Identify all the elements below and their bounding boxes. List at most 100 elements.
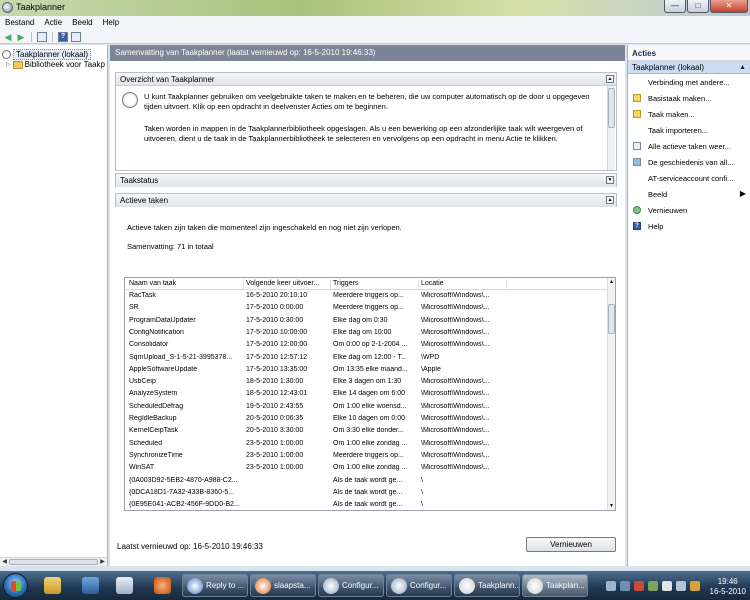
table-row[interactable]: AnalyzeSystem 18-5-2010 12:43:01 Elke 14 d… — [125, 389, 609, 401]
collapse-icon[interactable]: ▲ — [739, 64, 746, 71]
column-header-location[interactable]: Locatie — [421, 280, 444, 287]
next-run-cell: 17-5-2010 13:35:00 — [246, 365, 308, 373]
taskbar-button[interactable]: Reply to ... — [182, 574, 248, 597]
table-row[interactable]: Scheduled 23-5-2010 1:00:00 Om 1:00 elke z… — [125, 439, 609, 451]
action-item[interactable]: ? Help — [628, 218, 750, 234]
table-row[interactable]: UsbCeip 18-5-2010 1:30:00 Elke 3 dagen om … — [125, 377, 609, 389]
column-divider[interactable] — [330, 279, 331, 289]
table-vertical-scrollbar[interactable]: ▲ ▼ — [607, 278, 615, 510]
table-row[interactable]: SR 17-5-2010 0:00:00 Meerdere triggers op.… — [125, 303, 609, 315]
table-row[interactable]: WinSAT 23-5-2010 1:00:00 Om 1:00 elke zond… — [125, 463, 609, 475]
table-row[interactable]: ConfigNotification 17-5-2010 10:00:00 Elke… — [125, 328, 609, 340]
table-row[interactable]: {0A003D92-5EB2-4870-A988-C2... Als de taa… — [125, 476, 609, 488]
action-item[interactable]: Basistaak maken... — [628, 90, 750, 106]
column-divider[interactable] — [243, 279, 244, 289]
browser-quicklaunch-icon[interactable] — [154, 577, 171, 594]
close-button[interactable]: ✕ — [710, 0, 748, 13]
column-header-name[interactable]: Naam van taak — [129, 280, 176, 287]
action-item[interactable]: Taak maken... — [628, 106, 750, 122]
taskbar-button[interactable]: Taakplann... — [454, 574, 520, 597]
expand-icon[interactable]: ▼ — [606, 176, 614, 184]
volume-icon[interactable] — [662, 581, 672, 591]
table-row[interactable]: AppleSoftwareUpdate 17-5-2010 13:35:00 Om … — [125, 365, 609, 377]
table-row[interactable]: {0E95E041-ACB2-456F-9DD0-B2... Als de taa… — [125, 500, 609, 510]
console-tree-icon[interactable] — [37, 31, 47, 42]
taskbar-button[interactable]: Configur... — [386, 574, 452, 597]
action-item[interactable]: De geschiedenis van all... — [628, 154, 750, 170]
folder-quicklaunch-icon[interactable] — [44, 577, 61, 594]
table-row[interactable]: RegIdleBackup 20-5-2010 0:06:35 Elke 10 da… — [125, 414, 609, 426]
action-item[interactable]: Beeld ▶ — [628, 186, 750, 202]
table-row[interactable]: SqmUpload_S-1-5-21-3995378... 17-5-2010 1… — [125, 353, 609, 365]
action-item[interactable]: AT-serviceaccount confi... — [628, 170, 750, 186]
table-row[interactable]: ScheduledDefrag 19-5-2010 2:43:55 Om 1:00 … — [125, 402, 609, 414]
location-cell: \Microsoft\Windows\... — [421, 464, 490, 472]
tree-item-library[interactable]: ▷ Bibliotheek voor Taakp — [6, 60, 105, 69]
start-button[interactable] — [3, 573, 28, 598]
actions-subheader[interactable]: Taakplanner (lokaal) ▲ — [628, 61, 750, 74]
taskbar-button[interactable]: Taakplan... — [522, 574, 588, 597]
collapse-icon[interactable]: ▲ — [606, 196, 614, 204]
taskbar-button[interactable]: Configur... — [318, 574, 384, 597]
scroll-up-icon[interactable]: ▲ — [609, 279, 614, 285]
desktop-quicklaunch-icon[interactable] — [82, 577, 99, 594]
active-tasks-header[interactable]: Actieve taken ▲ — [116, 194, 616, 207]
table-row[interactable]: ProgramDataUpdater 17-5-2010 0:30:00 Elke … — [125, 316, 609, 328]
maximize-button[interactable]: □ — [687, 0, 709, 13]
refresh-button[interactable]: Vernieuwen — [526, 537, 616, 552]
action-item[interactable]: Alle actieve taken weer... — [628, 138, 750, 154]
table-row[interactable]: {0DCA18D1-7A32-433B-8360-5... Als de taak… — [125, 488, 609, 500]
menu-beeld[interactable]: Beeld — [67, 16, 97, 30]
tray-icon[interactable] — [690, 581, 700, 591]
menu-bar: Bestand Actie Beeld Help — [0, 16, 750, 30]
scroll-left-icon[interactable]: ◀ — [0, 558, 9, 566]
menu-actie[interactable]: Actie — [39, 16, 67, 30]
tray-icon[interactable] — [634, 581, 644, 591]
next-run-cell: 23-5-2010 1:00:00 — [246, 439, 304, 447]
table-row[interactable]: KernelCeipTask 20-5-2010 3:30:00 Om 3:30 e… — [125, 426, 609, 438]
next-run-cell: 23-5-2010 1:00:00 — [246, 464, 304, 472]
action-item[interactable]: Verbinding met andere... — [628, 74, 750, 90]
scroll-right-icon[interactable]: ▶ — [98, 558, 107, 566]
taskbar-clock[interactable]: 19:46 16-5-2010 — [710, 577, 746, 597]
action-item[interactable]: Taak importeren... — [628, 122, 750, 138]
tray-icon[interactable] — [620, 581, 630, 591]
tree-horizontal-scrollbar[interactable]: ◀ ▶ — [0, 557, 107, 566]
tree-item-root[interactable]: Taakplanner (lokaal) — [2, 49, 92, 60]
menu-help[interactable]: Help — [98, 16, 124, 30]
task-status-header[interactable]: Taakstatus ▼ — [116, 174, 616, 187]
scroll-thumb[interactable] — [608, 88, 615, 128]
menu-bestand[interactable]: Bestand — [0, 16, 39, 30]
scroll-thumb[interactable] — [9, 559, 98, 565]
triggers-cell: Als de taak wordt ge... — [333, 501, 403, 509]
minimize-button[interactable]: — — [664, 0, 686, 13]
network-icon[interactable] — [648, 581, 658, 591]
action-item[interactable]: Vernieuwen — [628, 202, 750, 218]
overview-section-header[interactable]: Overzicht van Taakplanner ▲ — [116, 73, 616, 86]
tree-item-library-label: Bibliotheek voor Taakp — [24, 60, 105, 69]
collapse-icon[interactable]: ▲ — [606, 75, 614, 83]
scroll-down-icon[interactable]: ▼ — [609, 503, 614, 509]
location-cell: \Microsoft\Windows\... — [421, 390, 490, 398]
action-pane-icon[interactable] — [71, 31, 81, 42]
tray-icon[interactable] — [676, 581, 686, 591]
column-divider[interactable] — [418, 279, 419, 289]
next-run-cell: 17-5-2010 10:00:00 — [246, 328, 308, 336]
column-divider[interactable] — [506, 279, 507, 289]
table-row[interactable]: SynchronizeTime 23-5-2010 1:00:00 Meerdere… — [125, 451, 609, 463]
column-header-next-run[interactable]: Volgende keer uitvoer... — [246, 280, 319, 287]
overview-scrollbar[interactable] — [607, 86, 615, 170]
tray-icon[interactable] — [606, 581, 616, 591]
help-icon[interactable]: ? — [58, 31, 68, 42]
table-row[interactable]: RacTask 16-5-2010 20:10:10 Meerdere trigge… — [125, 291, 609, 303]
column-header-triggers[interactable]: Triggers — [333, 280, 358, 287]
table-row[interactable]: Consolidator 17-5-2010 12:00:00 Om 0:00 op… — [125, 340, 609, 352]
taskbar-button[interactable]: slaapsta... — [250, 574, 316, 597]
switch-windows-quicklaunch-icon[interactable] — [116, 577, 133, 594]
forward-arrow-icon[interactable]: ▶ — [16, 32, 26, 42]
actions-list: Verbinding met andere... Basistaak maken.… — [628, 74, 750, 234]
triggers-cell: Elke 3 dagen om 1:30 — [333, 378, 402, 386]
scroll-thumb[interactable] — [608, 304, 615, 334]
expand-arrow-icon[interactable]: ▷ — [6, 61, 11, 68]
back-arrow-icon[interactable]: ◀ — [3, 32, 13, 42]
